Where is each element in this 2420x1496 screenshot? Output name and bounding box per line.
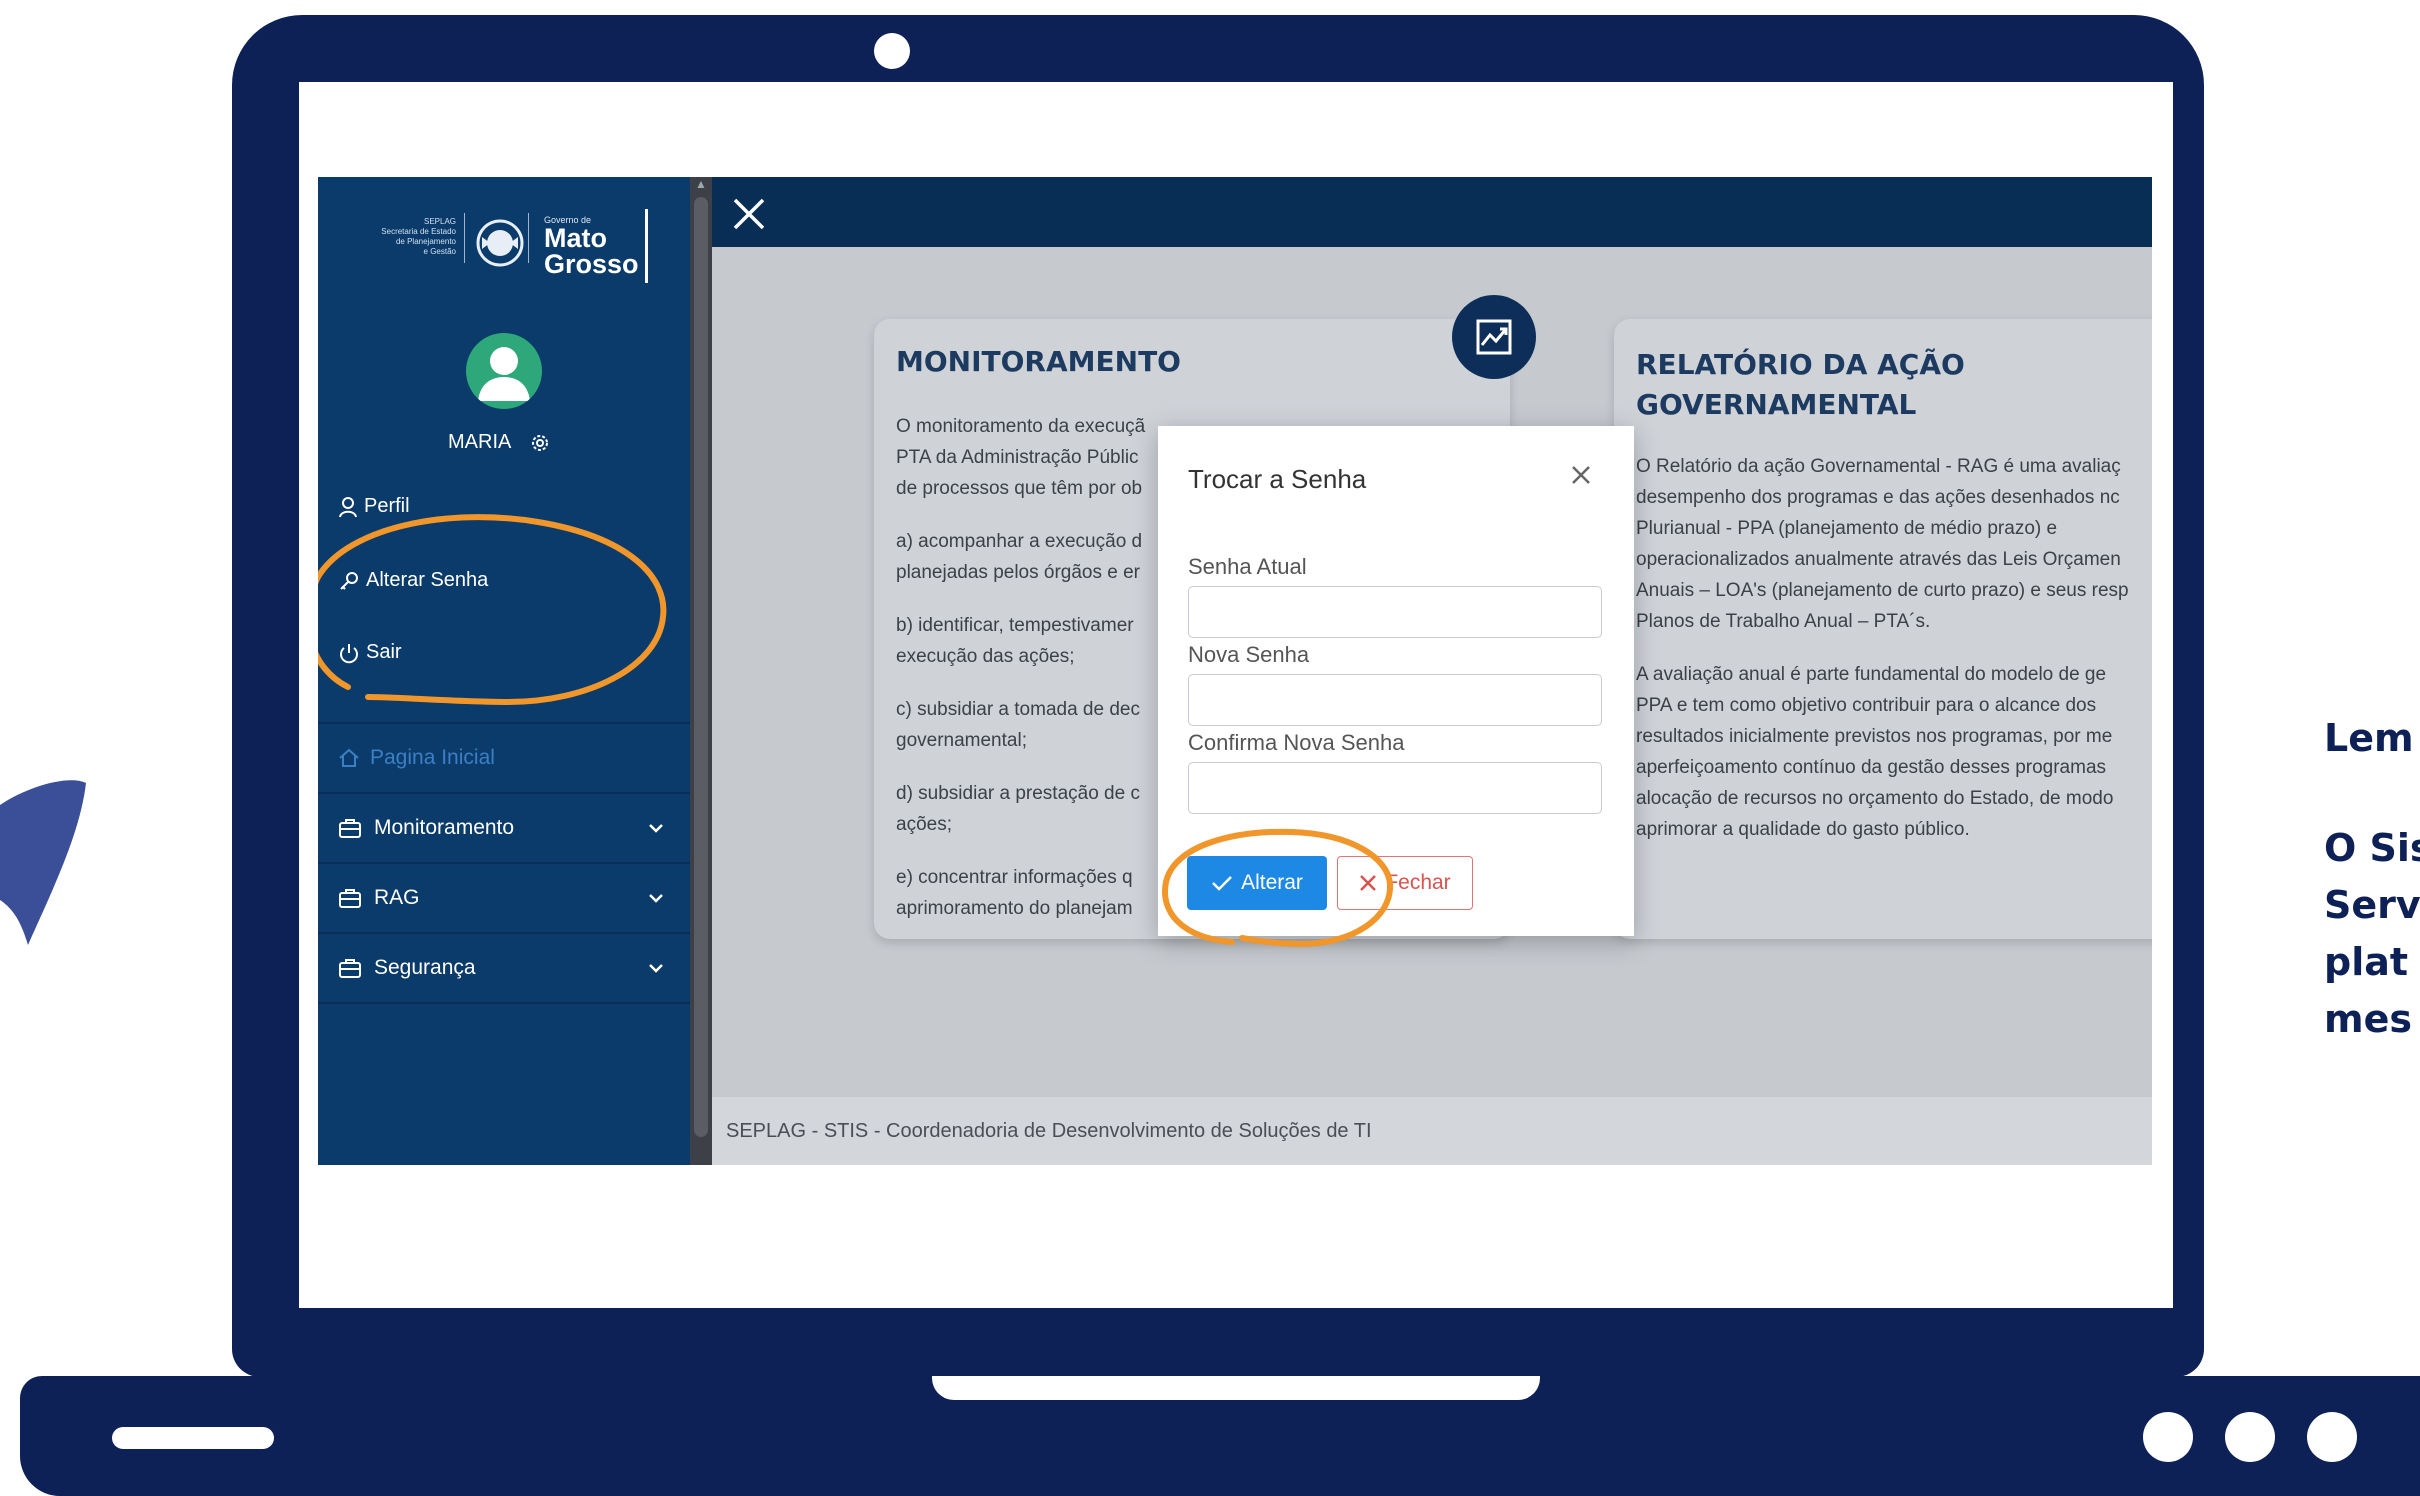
- card-text-line: desempenho dos programas e das ações des…: [1636, 487, 2120, 508]
- briefcase-icon: [339, 889, 361, 908]
- laptop-base-slot: [112, 1427, 274, 1449]
- card-text-line: alocação de recursos no orçamento do Est…: [1636, 788, 2114, 809]
- briefcase-icon: [339, 959, 361, 978]
- card-rag-title-line: GOVERNAMENTAL: [1636, 388, 1917, 421]
- laptop-camera: [874, 33, 910, 69]
- side-text-line: Lem: [2324, 716, 2414, 760]
- senha-atual-input[interactable]: [1188, 586, 1602, 638]
- card-text-line: Anuais – LOA's (planejamento de curto pr…: [1636, 580, 2129, 601]
- close-sidebar-icon[interactable]: [732, 197, 766, 231]
- nova-senha-input[interactable]: [1188, 674, 1602, 726]
- nav-seguranca-label: Segurança: [374, 956, 476, 979]
- card-rag-title-line: RELATÓRIO DA AÇÃO: [1636, 348, 1965, 381]
- nav-monitoramento-label: Monitoramento: [374, 816, 515, 839]
- footer: SEPLAG - STIS - Coordenadoria de Desenvo…: [712, 1097, 2152, 1165]
- decorative-arrow-shape: [0, 780, 86, 945]
- nova-senha-label: Nova Senha: [1188, 642, 1310, 667]
- card-rag: RELATÓRIO DA AÇÃO GOVERNAMENTAL O Relató…: [1614, 319, 2152, 939]
- laptop-hinge-notch: [932, 1376, 1540, 1400]
- chevron-down-icon: [649, 964, 663, 973]
- confirma-senha-input[interactable]: [1188, 762, 1602, 814]
- card-monitoramento-title: MONITORAMENTO: [896, 345, 1181, 378]
- dot-icon: [2307, 1412, 2357, 1462]
- card-text-line: operacionalizados anualmente através das…: [1636, 549, 2121, 570]
- nav-monitoramento[interactable]: Monitoramento: [318, 794, 690, 864]
- confirma-senha-label: Confirma Nova Senha: [1188, 730, 1405, 755]
- card-text-line: resultados inicialmente previstos nos pr…: [1636, 726, 2113, 747]
- home-icon: [339, 748, 359, 767]
- modal-title: Trocar a Senha: [1188, 464, 1367, 494]
- card-text-line: PPA e tem como objetivo contribuir para …: [1636, 695, 2097, 716]
- nav-seguranca[interactable]: Segurança: [318, 934, 690, 1004]
- nav-rag-label: RAG: [374, 886, 420, 909]
- highlight-circle-sidebar: [318, 514, 667, 706]
- card-text-line: A avaliação anual é parte fundamental do…: [1636, 664, 2107, 685]
- trending-chart-icon: [1476, 319, 1512, 355]
- nav-pagina-inicial-label: Pagina Inicial: [370, 746, 495, 769]
- close-icon[interactable]: [1570, 464, 1592, 486]
- org-logo-text: SEPLAG Secretaria de Estado de Planejame…: [356, 217, 456, 257]
- dot-icon: [2143, 1412, 2193, 1462]
- card-rag-text: O Relatório da ação Governamental - RAG …: [1636, 451, 2152, 845]
- chart-badge: [1452, 295, 1536, 379]
- org-line: Secretaria de Estado: [381, 227, 456, 236]
- org-line: e Gestão: [423, 247, 456, 256]
- card-text-line: aprimorar a qualidade do gasto público.: [1636, 819, 1970, 840]
- briefcase-icon: [339, 819, 361, 838]
- org-small-label: SEPLAG: [423, 217, 456, 226]
- state-name: Mato Grosso: [544, 223, 639, 279]
- side-text-line: mes: [2324, 997, 2412, 1041]
- state-name-line: Grosso: [544, 249, 639, 279]
- chevron-down-icon: [649, 894, 663, 903]
- gear-icon[interactable]: [528, 431, 552, 455]
- card-text-line: aperfeiçoamento contínuo da gestão desse…: [1636, 757, 2107, 778]
- chevron-down-icon: [649, 824, 663, 833]
- card-text-line: O Relatório da ação Governamental - RAG …: [1636, 456, 2121, 477]
- scrollbar-thumb[interactable]: [694, 197, 708, 1137]
- nav-pagina-inicial[interactable]: Pagina Inicial: [318, 724, 690, 794]
- state-name-line: Mato: [544, 223, 607, 253]
- user-name: MARIA: [448, 431, 512, 453]
- card-rag-title: RELATÓRIO DA AÇÃO GOVERNAMENTAL: [1636, 345, 1965, 425]
- scroll-up-arrow-icon[interactable]: ▲: [690, 177, 712, 195]
- dot-icon: [2225, 1412, 2275, 1462]
- highlight-circle-button: [1162, 828, 1394, 948]
- logo-divider: [528, 213, 529, 263]
- top-bar: [712, 177, 2152, 247]
- side-text-line: plat: [2324, 940, 2409, 984]
- side-text-line: Serv: [2324, 883, 2420, 927]
- logo-bar: [645, 209, 648, 283]
- nav-rag[interactable]: RAG: [318, 864, 690, 934]
- state-seal-icon: [476, 219, 524, 267]
- card-text-line: Plurianual - PPA (planejamento de médio …: [1636, 518, 2058, 539]
- side-text-line: O Sis: [2324, 826, 2420, 870]
- avatar[interactable]: [466, 333, 542, 409]
- org-line: de Planejamento: [395, 237, 456, 246]
- user-icon: [478, 347, 530, 401]
- logo-divider: [464, 213, 465, 263]
- senha-atual-label: Senha Atual: [1188, 554, 1307, 579]
- card-text-line: Planos de Trabalho Anual – PTA´s.: [1636, 611, 1931, 632]
